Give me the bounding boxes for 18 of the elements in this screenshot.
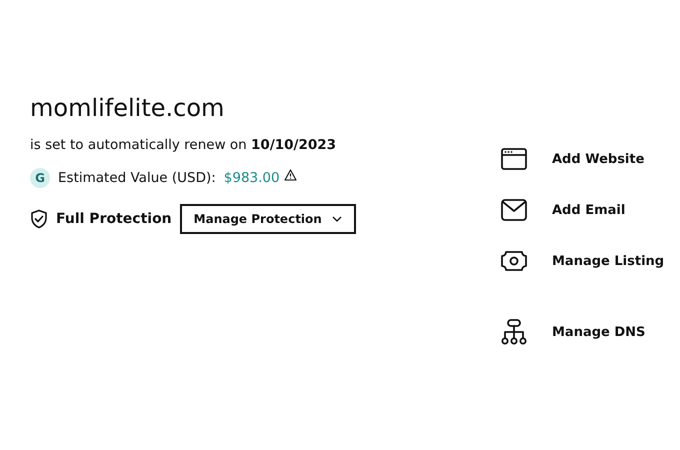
warning-icon xyxy=(284,169,297,181)
shield-check-icon xyxy=(30,209,48,229)
renewal-text: is set to automatically renew on 10/10/2023 xyxy=(30,137,338,153)
caret-icon xyxy=(332,216,342,222)
network-icon xyxy=(500,318,528,346)
banknote-icon xyxy=(500,250,528,272)
domain-name: momlifelite.com xyxy=(30,93,226,123)
action-link[interactable]: Manage DNS xyxy=(500,318,664,346)
browser-window-icon xyxy=(500,147,528,171)
envelope-icon xyxy=(500,198,528,222)
manage-protection-button[interactable]: Manage Protection xyxy=(180,204,356,234)
action-link[interactable]: Add Website xyxy=(500,145,664,173)
action-link[interactable]: Add Email xyxy=(500,196,664,224)
avatar-letter: G xyxy=(30,168,50,188)
estimated-value-label: Estimated Value (USD): xyxy=(58,170,216,186)
protection-label: Full Protection xyxy=(56,211,172,227)
estimated-value: $983.00 xyxy=(224,170,280,186)
action-link[interactable]: Manage Listing xyxy=(500,247,664,275)
